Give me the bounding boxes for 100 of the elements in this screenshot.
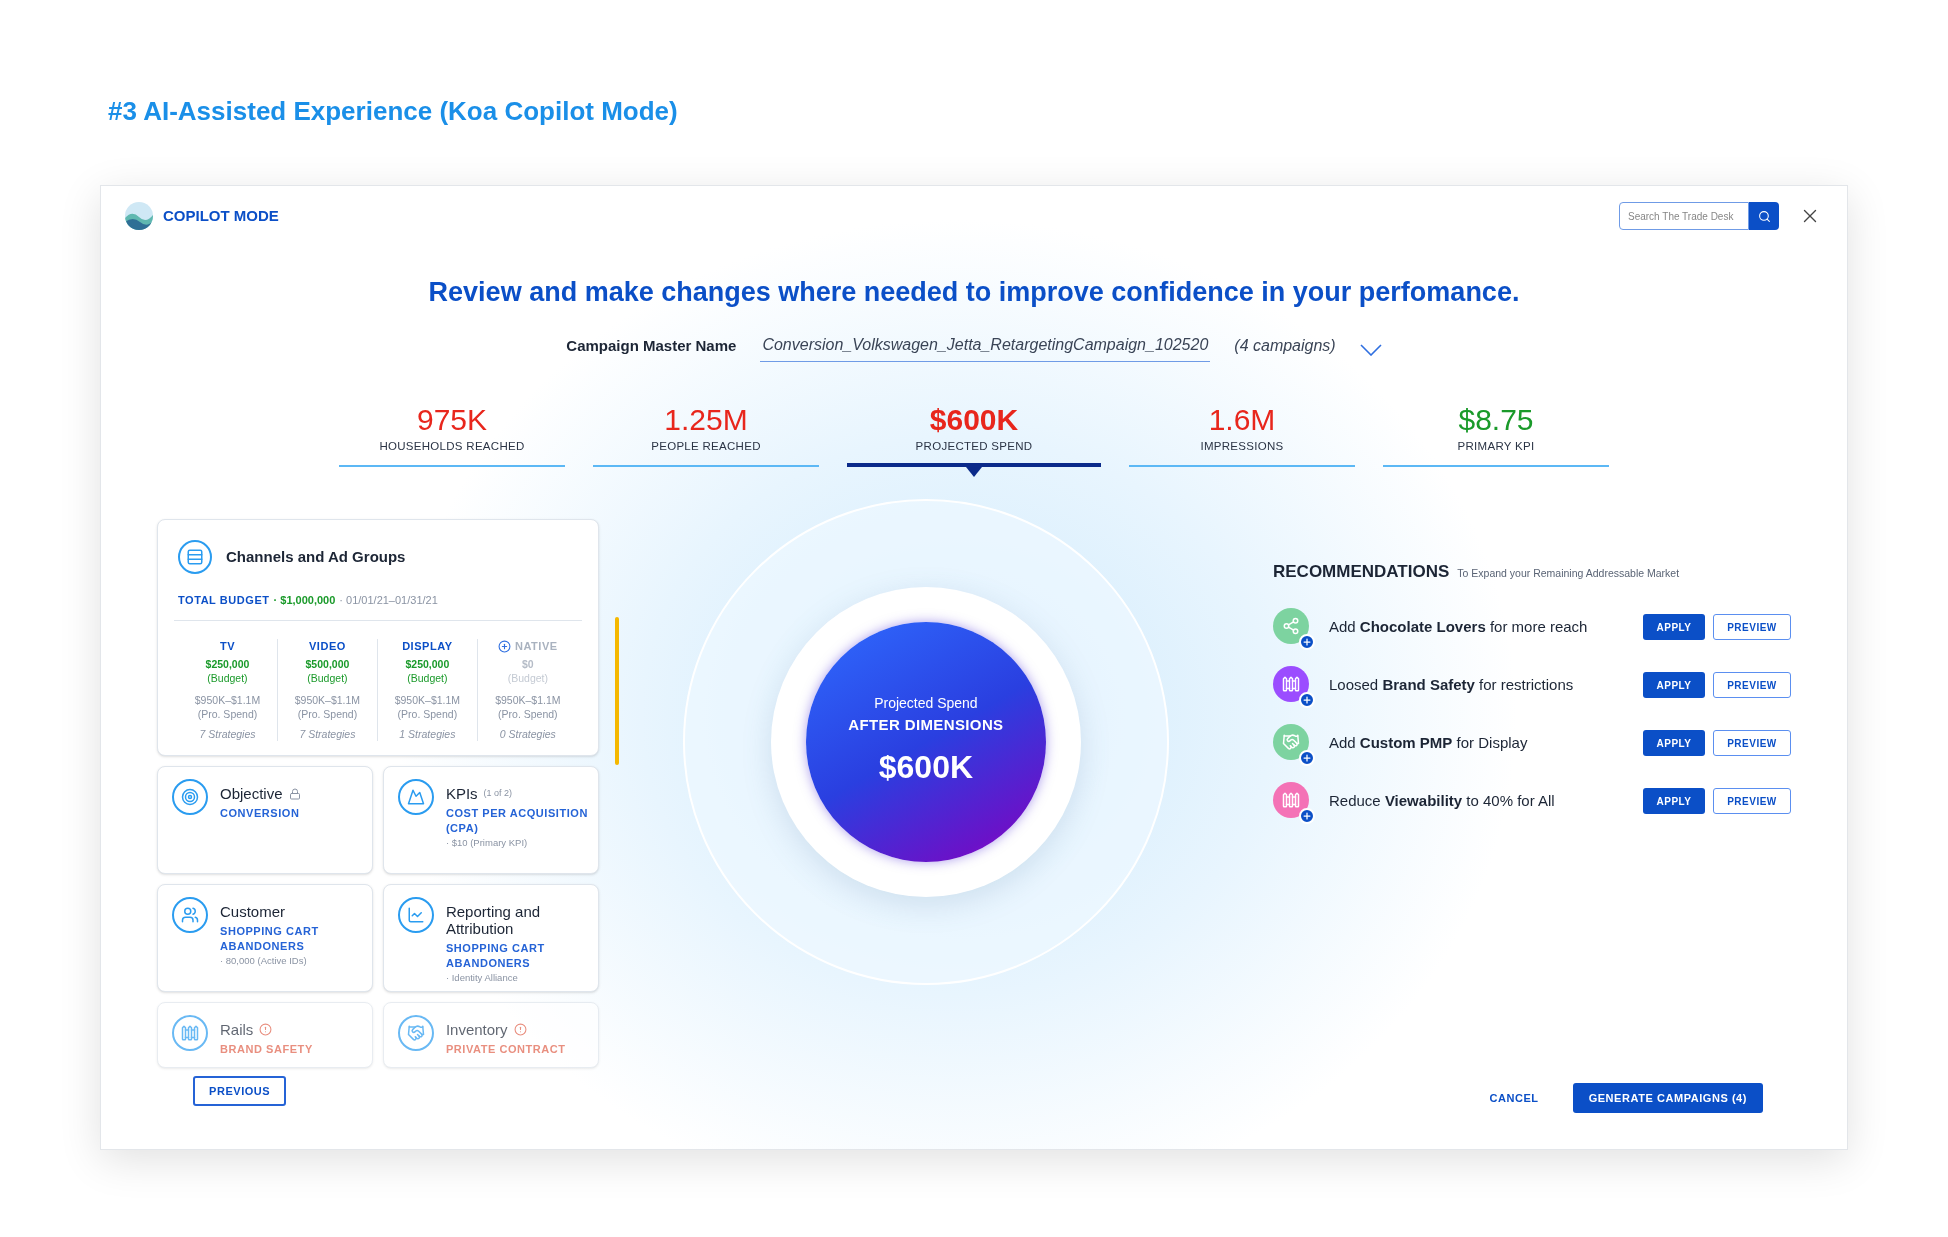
card-value: SHOPPING CART ABANDONERS <box>220 924 320 955</box>
apply-button[interactable]: APPLY <box>1643 788 1705 815</box>
spend-subtitle: AFTER DIMENSIONS <box>848 715 1004 735</box>
settings-card[interactable]: Inventory PRIVATE CONTRACT <box>382 1002 599 1069</box>
spend-range: $950K–$1.1M <box>394 693 461 708</box>
settings-card[interactable]: Reporting and Attribution SHOPPING CART ABANDONERS · Identity Alliance <box>382 884 599 993</box>
card-note: · $10 (Primary KPI) <box>445 836 529 851</box>
previous-button[interactable]: PREVIOUS <box>193 1076 287 1107</box>
search-icon <box>1757 209 1771 223</box>
channel-name: DISPLAY <box>402 639 453 654</box>
add-icon[interactable] <box>497 639 511 653</box>
apply-button[interactable]: APPLY <box>1643 672 1705 699</box>
channel-budget: $0 <box>522 657 534 672</box>
channel-budget: $500,000 <box>305 657 350 672</box>
chevron-down-icon <box>1359 343 1382 356</box>
metric-tab[interactable]: 1.6M IMPRESSIONS <box>1129 401 1355 467</box>
budget-amount: · $1,000,000 <box>273 592 336 608</box>
channel-name: VIDEO <box>308 639 346 654</box>
preview-button[interactable]: PREVIEW <box>1713 614 1791 641</box>
settings-card[interactable]: Objective CONVERSION <box>157 766 373 875</box>
pointer-icon <box>966 466 982 477</box>
metric-tab[interactable]: $8.75 PRIMARY KPI <box>1383 401 1609 467</box>
people-icon <box>172 897 208 934</box>
budget-note: (Budget) <box>207 671 248 686</box>
spend-range: $950K–$1.1M <box>294 693 361 708</box>
spend-range: $950K–$1.1M <box>194 693 261 708</box>
handshake-icon <box>397 1015 434 1052</box>
cancel-button[interactable]: CANCEL <box>1489 1089 1539 1107</box>
card-value: CONVERSION <box>220 806 301 822</box>
recommendation-text: Add Custom PMP for Display <box>1329 733 1529 753</box>
campaign-label: Campaign Master Name <box>566 336 737 356</box>
spend-range: $950K–$1.1M <box>495 693 561 708</box>
recommendation-text: Loosed Brand Safety for restrictions <box>1329 675 1575 695</box>
page-title: Review and make changes where needed to improve confidence in your perfomance. <box>428 276 1520 309</box>
strategy-count: 7 Strategies <box>299 727 356 742</box>
budget-note: (Budget) <box>407 671 448 686</box>
card-title: KPIs <box>445 785 478 803</box>
plus-icon <box>1299 634 1315 651</box>
preview-button[interactable]: PREVIEW <box>1713 788 1791 815</box>
recommendation-text: Add Chocolate Lovers for more reach <box>1329 617 1589 637</box>
card-title: Rails <box>220 1021 254 1039</box>
table-icon <box>178 539 212 574</box>
card-title: Reporting and Attribution <box>445 903 542 938</box>
campaign-count: (4 campaigns) <box>1234 335 1336 356</box>
recommendations-subtitle: To Expand your Remaining Addressable Market <box>1457 565 1680 581</box>
recommendation-text: Reduce Viewability to 40% for All <box>1329 791 1556 811</box>
channel-budget: $250,000 <box>205 657 250 672</box>
mountain-icon <box>397 779 434 816</box>
settings-card[interactable]: Rails BRAND SAFETY <box>157 1002 373 1069</box>
generate-button[interactable]: GENERATE CAMPAIGNS (4) <box>1572 1083 1763 1113</box>
campaign-name-field[interactable]: Conversion_Volkswagen_Jetta_RetargetingCampaign_102520 <box>760 332 1211 362</box>
card-note: · Identity Alliance <box>445 971 519 986</box>
plus-icon <box>1299 692 1315 709</box>
budget-note: (Budget) <box>307 671 348 686</box>
search-field[interactable]: Search The Trade Desk <box>1619 202 1749 230</box>
line-chart-icon <box>397 897 434 934</box>
scrollbar-thumb[interactable] <box>614 616 619 765</box>
apply-button[interactable]: APPLY <box>1643 730 1705 757</box>
plus-icon <box>1299 750 1315 767</box>
metric-tab[interactable]: 1.25M PEOPLE REACHED <box>593 401 819 467</box>
card-value: SHOPPING CART ABANDONERS <box>445 941 546 972</box>
budget-note: (Budget) <box>507 671 548 686</box>
card-title: Customer <box>220 903 286 921</box>
recommendations-title: RECOMMENDATIONS <box>1273 560 1450 583</box>
metric-tab[interactable]: $600K PROJECTED SPEND <box>847 401 1101 467</box>
fence-icon <box>172 1015 208 1052</box>
settings-card[interactable]: KPIs (1 of 2) COST PER ACQUISITION (CPA) · $10 (Primary KPI) <box>382 766 599 875</box>
mode-label: COPILOT MODE <box>163 205 279 226</box>
search-button[interactable] <box>1749 202 1779 230</box>
target-icon <box>172 779 208 816</box>
preview-button[interactable]: PREVIEW <box>1713 730 1791 757</box>
card-value: PRIVATE CONTRACT <box>445 1042 567 1058</box>
card-value: BRAND SAFETY <box>220 1042 314 1058</box>
spend-note: (Pro. Spend) <box>197 707 258 722</box>
spend-caption: Projected Spend <box>874 694 978 713</box>
budget-label: TOTAL BUDGET <box>178 592 270 608</box>
settings-card[interactable]: Customer SHOPPING CART ABANDONERS · 80,000 (Active IDs) <box>157 884 373 993</box>
spend-note: (Pro. Spend) <box>297 707 358 722</box>
plus-icon <box>1299 808 1315 825</box>
card-title: Inventory <box>445 1021 508 1039</box>
card-title: Channels and Ad Groups <box>226 546 406 567</box>
card-title: Objective <box>220 785 283 803</box>
channel-name: NATIVE <box>514 639 558 654</box>
page-heading: #3 AI-Assisted Experience (Koa Copilot Mode) <box>108 95 678 128</box>
spend-value: $600K <box>878 747 974 787</box>
logo-icon <box>125 202 153 230</box>
channel-name: TV <box>219 639 236 654</box>
card-value: COST PER ACQUISITION (CPA) <box>445 806 589 837</box>
strategy-count: 7 Strategies <box>199 727 256 742</box>
channel-budget: $250,000 <box>405 657 450 672</box>
spend-note: (Pro. Spend) <box>397 707 458 722</box>
card-note: · 80,000 (Active IDs) <box>220 954 308 969</box>
apply-button[interactable]: APPLY <box>1643 614 1705 641</box>
strategy-count: 0 Strategies <box>499 727 556 742</box>
strategy-count: 1 Strategies <box>399 727 456 742</box>
card-count: (1 of 2) <box>483 787 513 800</box>
preview-button[interactable]: PREVIEW <box>1713 672 1791 699</box>
spend-note: (Pro. Spend) <box>498 707 558 722</box>
budget-dates: · 01/01/21–01/31/21 <box>339 592 438 608</box>
metric-tab[interactable]: 975K HOUSEHOLDS REACHED <box>339 401 565 467</box>
